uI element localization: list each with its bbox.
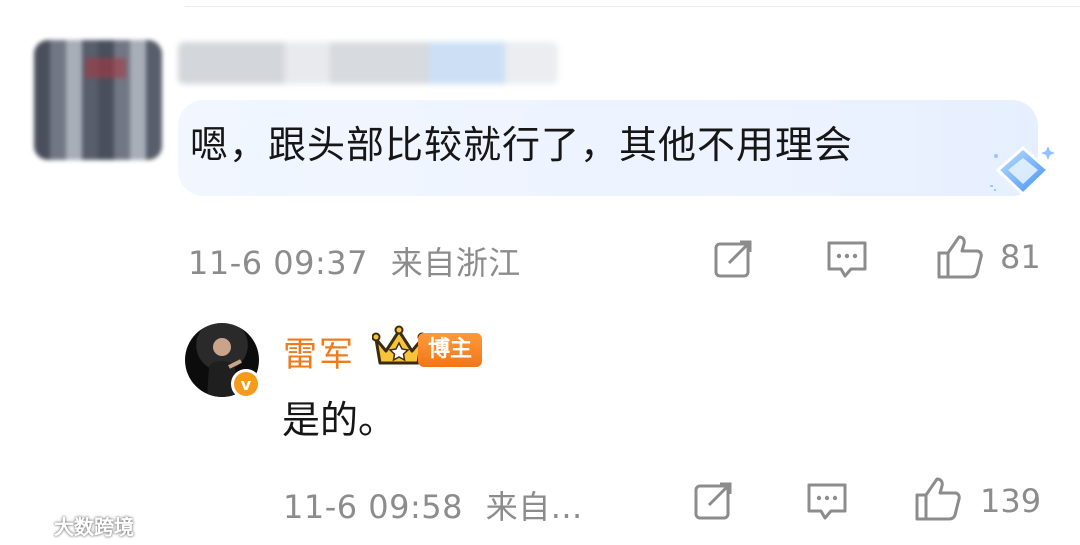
like-button[interactable]: [934, 232, 986, 282]
reply-like-count: 139: [980, 482, 1042, 520]
like-icon: [915, 477, 961, 521]
reply-comment-button[interactable]: [804, 478, 850, 524]
verified-badge-icon: v: [231, 369, 261, 399]
share-icon: [714, 240, 752, 278]
reply-author-name[interactable]: 雷军: [283, 327, 355, 376]
share-button[interactable]: [710, 236, 756, 282]
watermark: 大数跨境: [8, 510, 134, 540]
diamond-badge-icon: [990, 146, 1055, 197]
reply-meta: 11-6 09:58 来自...: [283, 482, 583, 528]
share-icon: [694, 482, 732, 520]
reply-share-button[interactable]: [690, 478, 736, 524]
weibo-comment-thread: 嗯，跟头部比较就行了，其他不用理会 11-6 09:37 来自浙江 81 v 雷…: [0, 0, 1080, 545]
commenter-avatar[interactable]: [34, 40, 162, 160]
commenter-username-blurred[interactable]: [178, 42, 558, 84]
comment-location: 来自浙江: [390, 244, 521, 282]
comment-button[interactable]: [824, 236, 870, 282]
watermark-text: 大数跨境: [54, 514, 134, 539]
comment-text: 嗯，跟头部比较就行了，其他不用理会: [190, 123, 854, 167]
reply-text: 是的。: [282, 398, 397, 442]
reply-timestamp: 11-6 09:58: [283, 488, 464, 526]
divider: [185, 6, 1080, 7]
comment-timestamp: 11-6 09:37: [188, 244, 369, 282]
reply-location: 来自...: [485, 488, 583, 526]
comment-like-count: 81: [1000, 238, 1041, 276]
reply-like-button[interactable]: [912, 474, 964, 524]
comment-meta: 11-6 09:37 来自浙江: [188, 238, 521, 284]
like-icon: [937, 235, 983, 279]
watermark-logo-icon: [8, 514, 47, 535]
comment-icon: [827, 241, 867, 278]
author-tag: 博主: [418, 333, 482, 367]
comment-icon: [807, 483, 847, 520]
